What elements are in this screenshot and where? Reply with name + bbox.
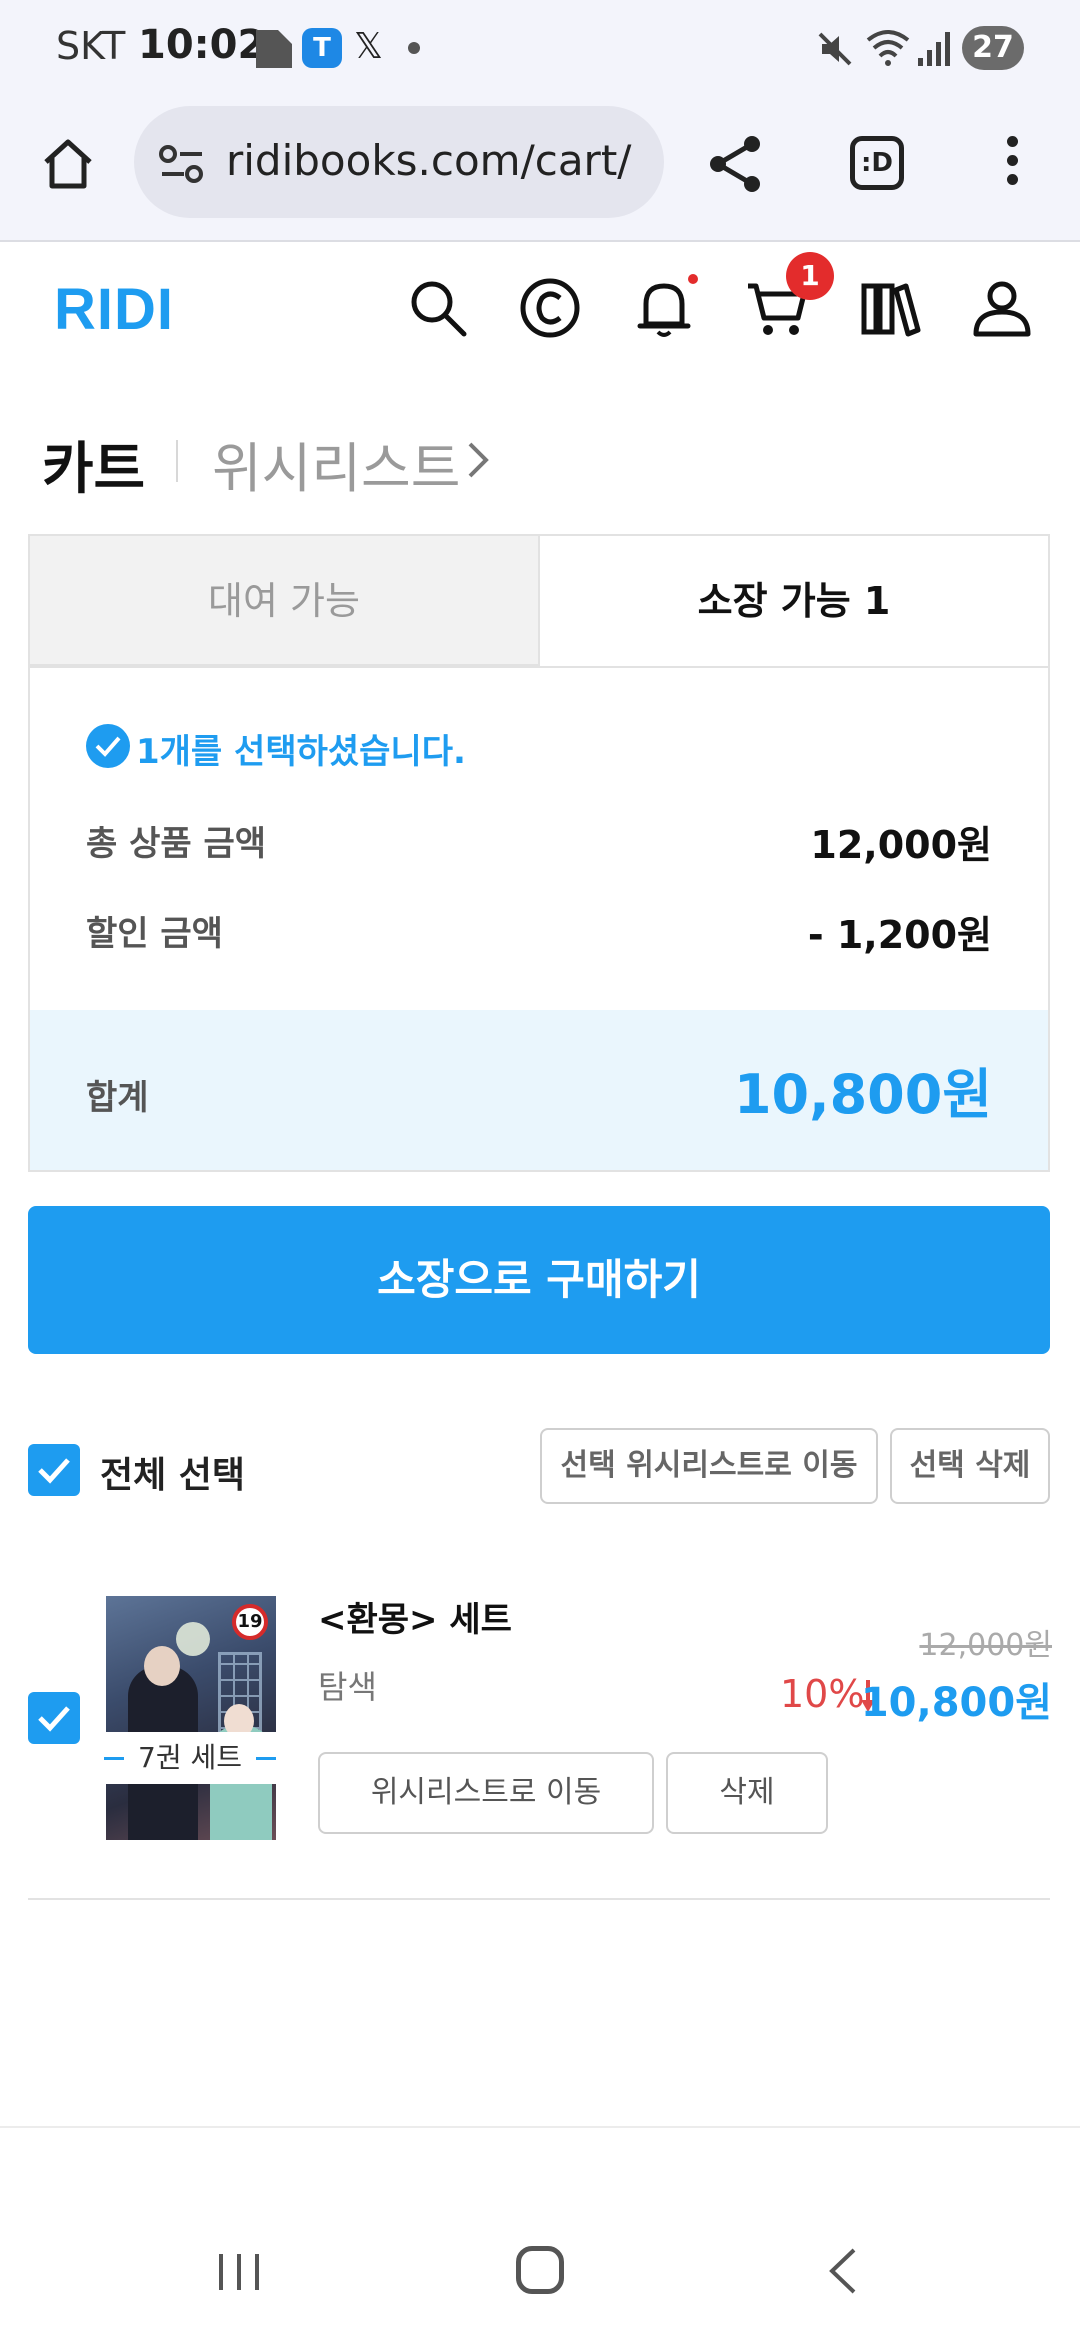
total-value: 10,800원 — [733, 1063, 992, 1126]
url-bar[interactable]: ridibooks.com/cart/ — [134, 106, 664, 218]
page-bottom-divider — [0, 2126, 1080, 2128]
system-nav-bar — [0, 2200, 1080, 2340]
buy-button[interactable]: 소장으로 구매하기 — [28, 1206, 1050, 1354]
discount-value: - 1,200원 — [807, 913, 992, 957]
selection-count-text: 1개를 선택하셨습니다. — [136, 732, 466, 772]
url-text[interactable]: ridibooks.com/cart/ — [226, 136, 631, 185]
cart-title[interactable]: 카트 — [42, 424, 145, 505]
book-cover[interactable]: 19 — [106, 1596, 276, 1840]
chevron-right-icon[interactable] — [466, 438, 490, 482]
t-app-icon: T — [302, 28, 342, 68]
original-price: 12,000원 — [919, 1628, 1052, 1663]
more-menu-icon[interactable] — [1000, 136, 1024, 192]
total-label: 합계 — [86, 1078, 149, 1118]
total-band: 합계 10,800원 — [30, 1010, 1048, 1170]
profile-icon[interactable] — [970, 276, 1034, 340]
item-author[interactable]: 탐색 — [318, 1662, 377, 1708]
purchase-type-tabs: 대여 가능 소장 가능 1 — [28, 534, 1050, 668]
tab-switcher-button[interactable]: :D — [850, 136, 904, 190]
tab-rental[interactable]: 대여 가능 — [30, 536, 540, 666]
wishlist-link[interactable]: 위시리스트 — [212, 424, 460, 503]
home-icon[interactable] — [38, 134, 98, 194]
tab-owned[interactable]: 소장 가능 1 — [540, 536, 1048, 666]
wifi-icon — [866, 30, 910, 66]
browser-toolbar: ridibooks.com/cart/ :D — [0, 98, 1080, 242]
recent-apps-icon[interactable] — [216, 2250, 262, 2294]
search-icon[interactable] — [406, 276, 470, 340]
move-selected-to-wishlist-button[interactable]: 선택 위시리스트로 이동 — [540, 1428, 878, 1504]
move-to-wishlist-button[interactable]: 위시리스트로 이동 — [318, 1752, 654, 1834]
title-divider — [176, 440, 178, 482]
set-count-tag: 7권 세트 — [104, 1732, 276, 1784]
signal-icon — [918, 32, 950, 66]
delete-item-button[interactable]: 삭제 — [666, 1752, 828, 1834]
share-icon[interactable] — [706, 134, 766, 194]
home-nav-icon[interactable] — [516, 2246, 564, 2294]
copyright-icon[interactable] — [518, 276, 582, 340]
delete-selected-button[interactable]: 선택 삭제 — [890, 1428, 1050, 1504]
notification-dot — [688, 274, 698, 284]
item-divider — [28, 1898, 1050, 1900]
price-summary: 1개를 선택하셨습니다. 총 상품 금액 12,000원 할인 금액 - 1,2… — [28, 668, 1050, 1172]
item-checkbox[interactable] — [28, 1692, 80, 1744]
carrier-label: SKT — [56, 24, 126, 68]
age-rating-badge: 19 — [232, 1604, 268, 1640]
select-all-label[interactable]: 전체 선택 — [100, 1446, 245, 1498]
back-icon[interactable] — [826, 2246, 860, 2296]
ridi-logo[interactable]: RIDI — [54, 276, 174, 343]
battery-indicator: 27 — [962, 26, 1024, 70]
check-circle-icon — [86, 724, 130, 768]
subtotal-label: 총 상품 금액 — [86, 824, 267, 864]
cart-count-badge: 1 — [786, 252, 834, 300]
discount-label: 할인 금액 — [86, 914, 223, 954]
select-all-checkbox[interactable] — [28, 1444, 80, 1496]
document-icon — [256, 30, 292, 68]
library-icon[interactable] — [858, 276, 922, 340]
discount-rate: 10% — [780, 1672, 865, 1716]
final-price: 10,800원 — [860, 1680, 1052, 1726]
x-icon: 𝕏 — [354, 26, 384, 67]
bell-icon[interactable] — [632, 276, 696, 340]
status-bar: SKT 10:02 T 𝕏 27 — [0, 0, 1080, 98]
site-settings-icon[interactable] — [158, 142, 206, 186]
mute-icon — [818, 32, 852, 66]
dot-icon — [408, 42, 420, 54]
clock: 10:02 — [138, 22, 266, 68]
item-title[interactable]: <환몽> 세트 — [318, 1592, 512, 1641]
subtotal-value: 12,000원 — [810, 823, 992, 867]
